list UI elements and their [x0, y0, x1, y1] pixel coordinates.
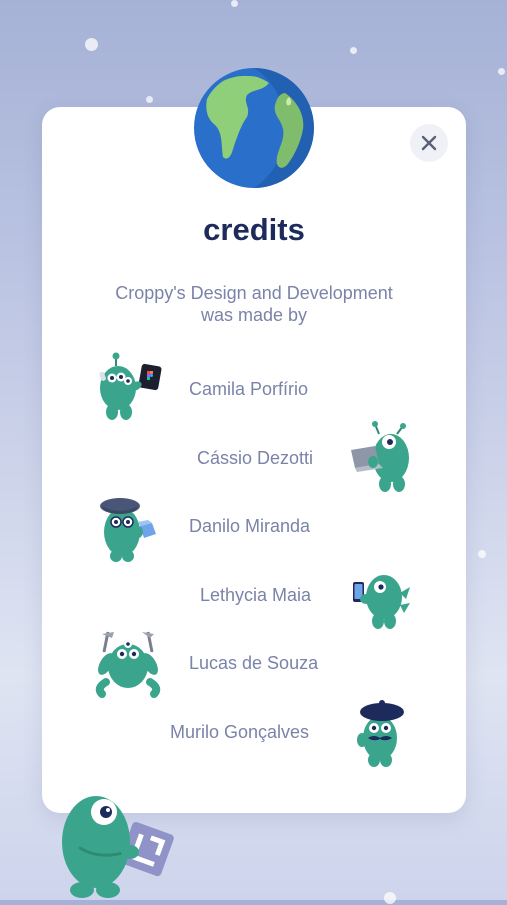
mascot-with-beret-and-mustache-icon — [354, 698, 410, 773]
credit-name: Camila Porfírio — [189, 379, 309, 399]
mascot-with-figma-card-icon — [90, 352, 168, 429]
credit-name: Lethycia Maia — [200, 585, 312, 605]
background-dot — [85, 38, 98, 51]
background-dot — [478, 550, 486, 558]
dialog-subtitle-line-1: Croppy's Design and Development — [115, 283, 393, 303]
credit-name: Murilo Gonçalves — [170, 722, 310, 742]
big-mascot-with-crop-icon — [50, 786, 180, 905]
background-dot — [498, 68, 505, 75]
background-dot — [231, 0, 238, 7]
mascot-with-tools-icon — [92, 628, 164, 705]
dialog-title: credits — [203, 212, 305, 247]
credit-name: Danilo Miranda — [189, 516, 311, 536]
dialog-subtitle-line-2: was made by — [200, 305, 308, 325]
background-dot — [350, 47, 357, 54]
dialog-subtitle: Croppy's Design and Development was made… — [72, 282, 436, 326]
background-dot — [384, 892, 396, 904]
globe-icon — [193, 67, 315, 189]
close-icon — [421, 135, 437, 151]
mascot-with-laptop-icon — [345, 420, 417, 500]
mascot-with-beret-and-cube-icon — [96, 490, 162, 567]
background-dot — [146, 96, 153, 103]
credit-name: Cássio Dezotti — [197, 448, 314, 468]
mascot-with-phone-icon — [350, 565, 412, 636]
credit-name: Lucas de Souza — [189, 653, 319, 673]
close-button[interactable] — [410, 124, 448, 162]
